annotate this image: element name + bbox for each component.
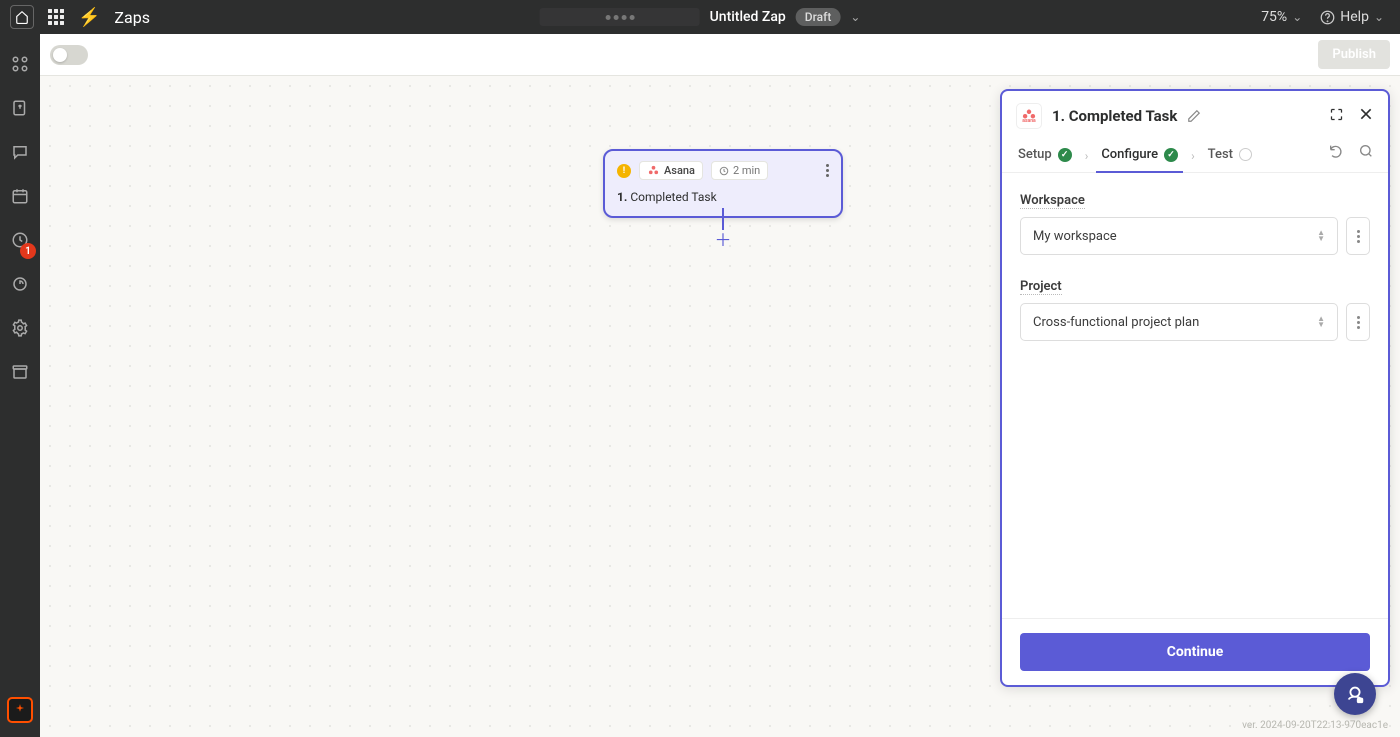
node-more-button[interactable]	[826, 164, 829, 177]
app-name: Asana	[664, 164, 695, 177]
chevron-right-icon: ›	[1188, 149, 1198, 163]
check-icon: ✓	[1058, 148, 1072, 162]
expand-button[interactable]	[1329, 107, 1344, 126]
node-title: 1. Completed Task	[617, 190, 829, 204]
workspace-value: My workspace	[1033, 229, 1117, 244]
empty-status-icon	[1239, 148, 1252, 161]
home-icon	[15, 10, 29, 24]
project-more-button[interactable]	[1346, 303, 1370, 341]
expand-icon	[1329, 107, 1344, 122]
zoom-control[interactable]: 75% ⌄	[1261, 9, 1302, 25]
app-chip: Asana	[639, 161, 703, 180]
chevron-down-icon: ⌄	[1292, 10, 1302, 24]
clock-icon	[719, 166, 729, 176]
workspace-select[interactable]: My workspace ▲▼	[1020, 217, 1338, 255]
sidebar-calendar-icon[interactable]	[10, 186, 30, 206]
asana-icon: asana	[1016, 103, 1042, 129]
sidebar-archive-icon[interactable]	[10, 362, 30, 382]
project-select[interactable]: Cross-functional project plan ▲▼	[1020, 303, 1338, 341]
project-value: Cross-functional project plan	[1033, 315, 1199, 330]
field-label-project: Project	[1020, 279, 1062, 295]
close-button[interactable]	[1358, 106, 1374, 126]
help-label: Help	[1340, 9, 1369, 25]
tab-label: Setup	[1018, 147, 1052, 162]
search-refresh-icon	[1358, 143, 1374, 159]
asana-icon	[647, 165, 659, 177]
notification-badge: 1	[20, 243, 36, 259]
refresh-button[interactable]	[1358, 143, 1374, 163]
home-button[interactable]	[10, 5, 34, 29]
close-icon	[1358, 106, 1374, 122]
status-badge: Draft	[796, 8, 841, 26]
tab-setup[interactable]: Setup ✓	[1016, 139, 1074, 172]
undo-button[interactable]	[1328, 143, 1344, 163]
chevron-down-icon[interactable]: ⌄	[850, 10, 860, 24]
sparkle-icon	[13, 703, 27, 717]
step-config-panel: asana 1. Completed Task Setup ✓ › Config…	[1000, 89, 1390, 687]
edit-icon[interactable]	[1187, 109, 1201, 123]
interval-chip: 2 min	[711, 161, 768, 180]
check-icon: ✓	[1164, 148, 1178, 162]
tab-label: Configure	[1101, 147, 1158, 162]
step-title: Completed Task	[630, 190, 716, 204]
left-sidebar: 1	[0, 34, 40, 737]
version-text: ver. 2024-09-20T22:13-970eac1e	[1242, 720, 1388, 731]
redacted-area	[540, 8, 700, 26]
zap-name[interactable]: Untitled Zap	[710, 9, 786, 25]
help-fab[interactable]	[1334, 673, 1376, 715]
undo-icon	[1328, 143, 1344, 159]
tab-test[interactable]: Test	[1206, 139, 1254, 172]
editor-canvas[interactable]: ! Asana 2 min 1. Completed Task ＋ asana	[40, 76, 1400, 737]
interval-label: 2 min	[733, 164, 760, 177]
help-button[interactable]: Help ⌄	[1320, 9, 1384, 25]
sidebar-flow-icon[interactable]	[10, 54, 30, 74]
updown-icon: ▲▼	[1317, 230, 1325, 242]
warning-icon: !	[617, 164, 631, 178]
ai-sparkle-button[interactable]	[7, 697, 33, 723]
panel-title: 1. Completed Task	[1052, 107, 1177, 125]
secondary-bar: Publish	[40, 34, 1400, 76]
workspace-more-button[interactable]	[1346, 217, 1370, 255]
sidebar-export-icon[interactable]	[10, 98, 30, 118]
topbar: ⚡ Zaps Untitled Zap Draft ⌄ 75% ⌄ Help ⌄	[0, 0, 1400, 34]
field-label-workspace: Workspace	[1020, 193, 1085, 209]
headset-icon	[1344, 683, 1366, 705]
publish-button[interactable]: Publish	[1318, 40, 1390, 69]
sidebar-alerts-icon[interactable]	[10, 274, 30, 294]
sidebar-settings-icon[interactable]	[10, 318, 30, 338]
apps-grid-icon[interactable]	[48, 9, 64, 25]
section-title: Zaps	[114, 8, 150, 27]
continue-button[interactable]: Continue	[1020, 633, 1370, 671]
panel-tabs: Setup ✓ › Configure ✓ › Test	[1002, 139, 1388, 173]
add-step-button[interactable]: ＋	[715, 230, 731, 246]
help-icon	[1320, 10, 1335, 25]
step-number: 1.	[617, 190, 627, 204]
chevron-right-icon: ›	[1082, 149, 1092, 163]
chevron-down-icon: ⌄	[1374, 10, 1384, 24]
enable-toggle[interactable]	[50, 45, 88, 65]
sidebar-comment-icon[interactable]	[10, 142, 30, 162]
updown-icon: ▲▼	[1317, 316, 1325, 328]
zoom-value: 75%	[1261, 9, 1287, 25]
tab-configure[interactable]: Configure ✓	[1099, 139, 1180, 172]
bolt-icon: ⚡	[78, 7, 100, 28]
tab-label: Test	[1208, 147, 1233, 162]
